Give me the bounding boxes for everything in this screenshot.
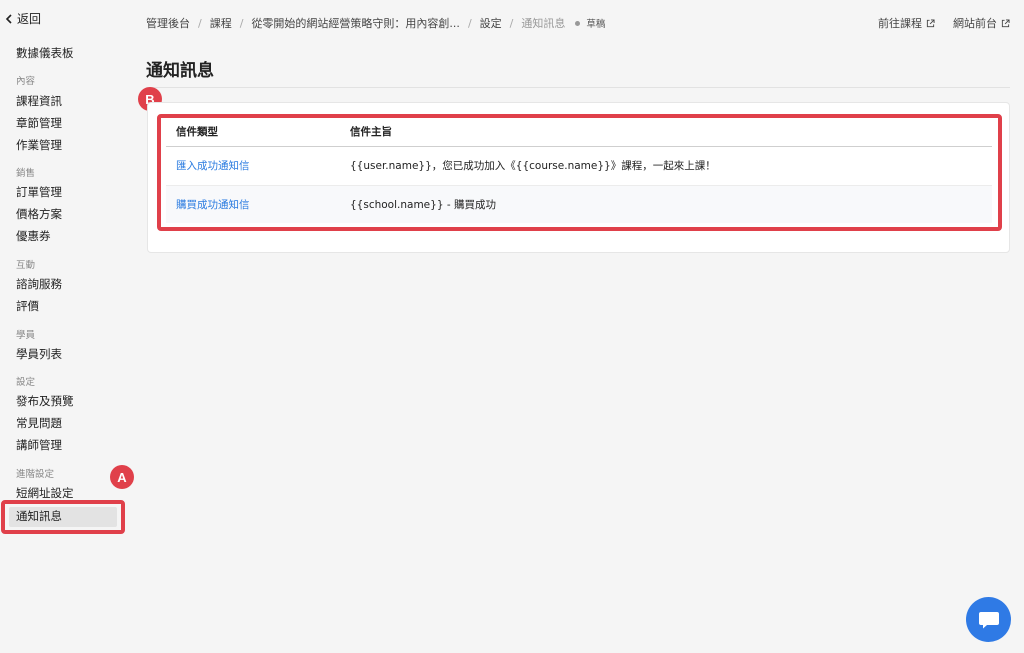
sidebar-item-chapters[interactable]: 章節管理 <box>16 115 62 131</box>
sidebar-section-advanced: 進階設定 <box>16 469 55 480</box>
chevron-left-icon <box>5 13 12 24</box>
sidebar-section-settings: 設定 <box>16 377 36 388</box>
sidebar: 返回 數據儀表板 內容 課程資訊 章節管理 作業管理 銷售 訂單管理 價格方案 … <box>0 0 128 653</box>
annotation-box-b <box>157 114 1002 231</box>
status-badge: 草稿 <box>586 19 606 30</box>
sidebar-item-publish[interactable]: 發布及預覽 <box>16 393 74 409</box>
page-title: 通知訊息 <box>146 61 214 81</box>
sidebar-section-content: 內容 <box>16 76 36 87</box>
sidebar-section-sales: 銷售 <box>16 168 36 179</box>
sidebar-item-faq[interactable]: 常見問題 <box>16 415 62 431</box>
breadcrumb-separator: / <box>509 16 514 30</box>
sidebar-section-students: 學員 <box>16 330 36 341</box>
breadcrumb-settings[interactable]: 設定 <box>480 15 502 31</box>
external-link-icon <box>926 18 935 27</box>
back-label: 返回 <box>17 12 42 26</box>
breadcrumb-current: 通知訊息 <box>521 17 566 30</box>
sidebar-item-student-list[interactable]: 學員列表 <box>16 346 62 362</box>
breadcrumb-separator: / <box>467 16 472 30</box>
go-course-link[interactable]: 前往課程 <box>878 15 935 31</box>
breadcrumb-separator: / <box>198 16 202 30</box>
sidebar-section-interaction: 互動 <box>16 260 36 271</box>
top-links: 前往課程 網站前台 <box>878 15 1010 31</box>
external-link-icon <box>1001 18 1010 27</box>
sidebar-item-dashboard[interactable]: 數據儀表板 <box>16 45 74 61</box>
sidebar-item-reviews[interactable]: 評價 <box>16 298 39 314</box>
sidebar-item-orders[interactable]: 訂單管理 <box>16 184 62 200</box>
sidebar-item-coupons[interactable]: 優惠券 <box>16 228 51 244</box>
chat-button[interactable] <box>966 597 1011 642</box>
annotation-box-a <box>1 500 125 534</box>
site-front-link[interactable]: 網站前台 <box>953 15 1010 31</box>
sidebar-item-short-url[interactable]: 短網址設定 <box>16 485 74 501</box>
go-course-label: 前往課程 <box>878 17 922 30</box>
status-dot <box>575 20 581 26</box>
breadcrumb-admin[interactable]: 管理後台 <box>146 15 190 31</box>
breadcrumb-course-name[interactable]: 從零開始的網站經營策略守則：用內容創... <box>251 15 460 31</box>
back-button[interactable]: 返回 <box>4 10 41 27</box>
sidebar-item-instructors[interactable]: 講師管理 <box>16 437 62 453</box>
chat-bubble-icon <box>978 611 999 628</box>
breadcrumb-separator: / <box>239 16 244 30</box>
sidebar-item-assignments[interactable]: 作業管理 <box>16 137 62 153</box>
site-front-label: 網站前台 <box>953 17 997 30</box>
breadcrumb-courses[interactable]: 課程 <box>210 15 232 31</box>
sidebar-item-course-info[interactable]: 課程資訊 <box>16 93 62 109</box>
sidebar-item-inquiries[interactable]: 諮詢服務 <box>16 276 62 292</box>
sidebar-item-pricing[interactable]: 價格方案 <box>16 206 62 222</box>
breadcrumb: 管理後台 / 課程 / 從零開始的網站經營策略守則：用內容創... / 設定 /… <box>146 15 605 31</box>
divider <box>146 87 1010 88</box>
annotation-marker-a: A <box>110 465 134 489</box>
